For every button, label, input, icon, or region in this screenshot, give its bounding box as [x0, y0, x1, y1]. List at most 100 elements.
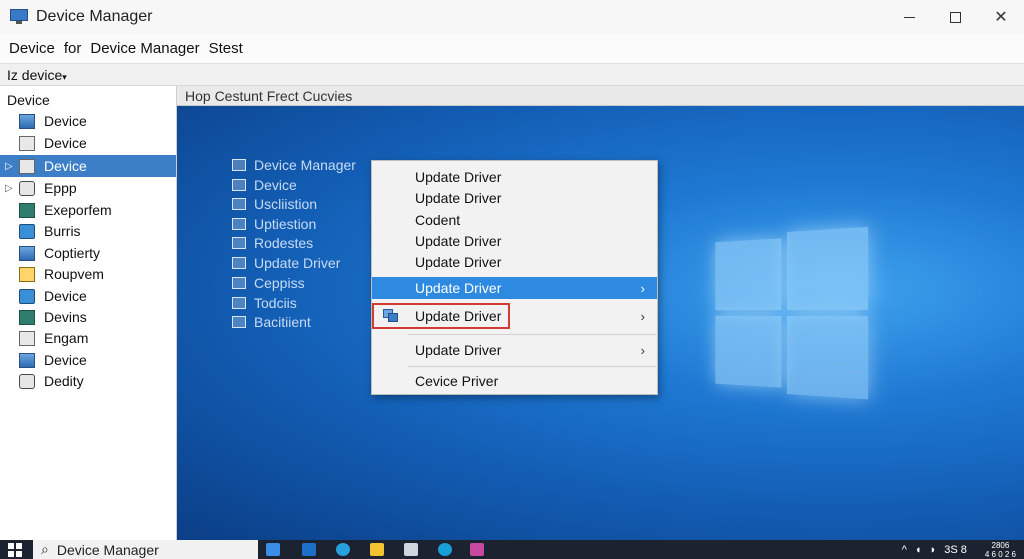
context-menu-item[interactable]: Codent	[372, 209, 657, 230]
tree-item[interactable]: Device	[0, 110, 176, 132]
context-menu-item[interactable]: Update Driver	[372, 166, 657, 187]
menu-for[interactable]: for	[64, 40, 82, 57]
display-icon	[19, 352, 35, 368]
windows-logo-icon	[715, 226, 869, 400]
tree-item[interactable]: Burris	[0, 220, 176, 242]
device-icon	[232, 218, 246, 230]
monitor-icon	[19, 202, 35, 218]
tree-item[interactable]: Devins	[0, 306, 176, 328]
battery-icon	[19, 223, 35, 239]
device-dropdown[interactable]: Iz device▾	[7, 67, 67, 83]
list-item[interactable]: Rodestes	[232, 233, 313, 253]
printer-icon	[19, 135, 35, 151]
device-icon	[232, 237, 246, 249]
context-menu-item[interactable]: Update Driver	[372, 230, 657, 251]
context-menu-item[interactable]: Update Driver ›	[372, 339, 657, 361]
windows-icon[interactable]	[266, 543, 280, 556]
menu-item-label: Update Driver	[415, 253, 502, 270]
device-icon	[232, 316, 246, 328]
network-icon[interactable]: ◖	[915, 544, 922, 556]
tree-item-label: Coptierty	[44, 245, 101, 261]
context-menu-item[interactable]: Update Driver	[372, 251, 657, 272]
context-menu-item[interactable]: Update Driver	[372, 187, 657, 208]
tree-item[interactable]: Engam	[0, 327, 176, 349]
list-item[interactable]: Uscliistion	[232, 194, 317, 214]
context-menu-item-highlighted[interactable]: Update Driver ›	[372, 277, 657, 299]
list-item[interactable]: Update Driver	[232, 253, 340, 273]
document-icon	[19, 373, 35, 389]
volume-icon[interactable]: ◗	[930, 544, 937, 556]
tree-item-label: Engam	[44, 330, 89, 346]
tree-item[interactable]: Device	[0, 285, 176, 307]
chevron-right-icon: ›	[640, 308, 645, 324]
file-explorer-icon[interactable]	[370, 543, 384, 556]
start-button[interactable]	[8, 543, 22, 557]
content-header: Hop Cestunt Frect Cucvies	[177, 86, 1024, 106]
list-item[interactable]: Device	[232, 175, 297, 195]
highlight-box	[372, 303, 510, 329]
minimize-button[interactable]	[886, 0, 932, 34]
clock[interactable]: 2806 4 6 0 2 6	[977, 541, 1016, 559]
tree-item-label: Device	[44, 135, 87, 151]
device-dropdown-label: Iz device	[7, 66, 63, 83]
menu-device-manager[interactable]: Device Manager	[90, 40, 199, 57]
tree-item[interactable]: Coptierty	[0, 242, 176, 264]
menu-stest[interactable]: Stest	[209, 40, 243, 57]
tree-item-label: Burris	[44, 223, 81, 239]
tree-root-label[interactable]: Device	[7, 92, 50, 108]
drive-icon	[19, 330, 35, 346]
window-title: Device Manager	[36, 8, 153, 25]
tree-item-label: Dedity	[44, 373, 84, 389]
chevron-down-icon: ▾	[62, 71, 67, 82]
folder-icon	[19, 266, 35, 282]
tree-item-label: Devins	[44, 309, 87, 325]
maximize-icon	[949, 11, 961, 23]
network-icon	[19, 113, 35, 129]
task-view-icon[interactable]	[302, 543, 316, 556]
tree-item[interactable]: Roupvem	[0, 263, 176, 285]
tree-item-selected[interactable]: ▷ Device	[0, 155, 176, 177]
browser-icon[interactable]	[438, 543, 452, 556]
search-icon: ⌕	[41, 541, 49, 557]
list-item[interactable]: Device Manager	[232, 155, 356, 175]
tree-item[interactable]: Exeporfem	[0, 199, 176, 221]
list-item[interactable]: Uptiestion	[232, 214, 316, 234]
tree-item[interactable]: Device	[0, 132, 176, 154]
context-menu-item[interactable]: Cevice Priver	[372, 370, 657, 392]
clock-date: 4 6 0 2 6	[984, 550, 1016, 559]
close-button[interactable]: ✕	[978, 0, 1024, 34]
list-item[interactable]: Ceppiss	[232, 273, 305, 293]
device-icon	[232, 159, 246, 171]
list-item-label: Todciis	[254, 295, 297, 311]
taskbar-search-text: Device Manager	[56, 541, 159, 558]
tree-item-label: Roupvem	[44, 266, 104, 282]
app-icon[interactable]	[470, 543, 484, 556]
chevron-up-icon[interactable]: ^	[902, 544, 907, 556]
list-item-label: Uscliistion	[254, 196, 318, 212]
expand-arrow-icon[interactable]: ▷	[5, 161, 13, 172]
tree-item[interactable]: Dedity	[0, 370, 176, 392]
maximize-button[interactable]	[932, 0, 978, 34]
store-icon[interactable]	[404, 543, 418, 556]
list-item-label: Rodestes	[254, 235, 314, 251]
tree-item[interactable]: Device	[0, 349, 176, 371]
menu-bar: Device for Device Manager Stest	[0, 34, 1024, 64]
list-item-label: Uptiestion	[254, 216, 317, 232]
edge-icon[interactable]	[336, 543, 350, 556]
menu-separator	[408, 334, 656, 335]
expand-arrow-icon[interactable]: ▷	[5, 183, 13, 194]
menu-item-label: Codent	[415, 211, 461, 228]
taskbar: ⌕ Device Manager ^ ◖ ◗ 3S 8 2806 4 6 0 2…	[0, 540, 1024, 559]
device-tree: Device Device Device ▷ Device ▷ Eppp Exe…	[0, 86, 177, 540]
tree-item[interactable]: ▷ Eppp	[0, 177, 176, 199]
list-item[interactable]: Todciis	[232, 293, 297, 313]
menu-item-label: Update Driver	[415, 342, 502, 358]
device-icon	[232, 297, 246, 309]
device-icon	[232, 198, 246, 210]
list-item-label: Bacitiient	[254, 314, 311, 330]
taskbar-search[interactable]: ⌕ Device Manager	[33, 540, 258, 559]
list-item[interactable]: Bacitiient	[232, 312, 311, 332]
menu-device[interactable]: Device	[9, 40, 55, 57]
clock-time: 2806	[991, 541, 1010, 550]
device-icon	[19, 158, 35, 174]
